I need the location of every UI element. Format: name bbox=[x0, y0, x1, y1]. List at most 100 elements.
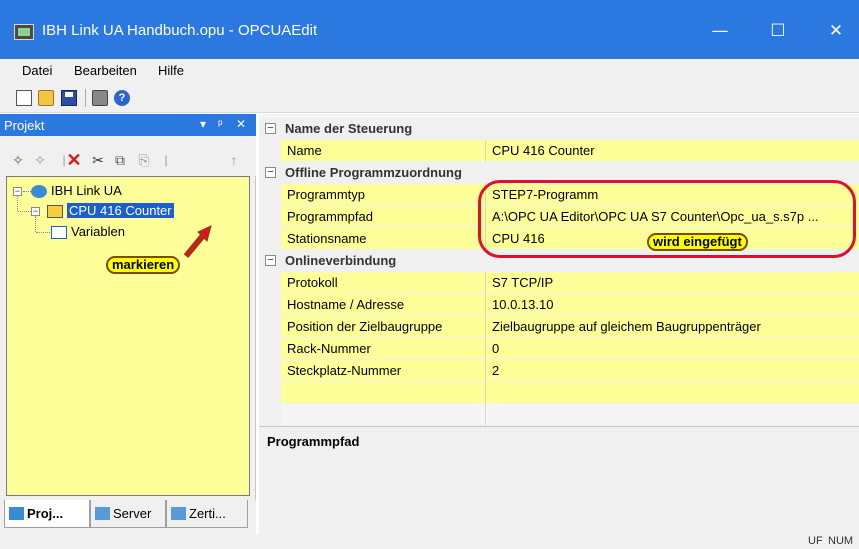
maximize-button[interactable]: ☐ bbox=[755, 14, 801, 48]
property-name: Rack-Nummer bbox=[281, 338, 485, 360]
network-station-icon bbox=[31, 185, 47, 199]
tab-certificates[interactable]: Zerti... bbox=[166, 500, 248, 528]
separator-icon: | bbox=[164, 153, 168, 167]
tab-server[interactable]: Server bbox=[90, 500, 166, 528]
property-grid: − Name der Steuerung Name CPU 416 Counte… bbox=[259, 114, 859, 426]
property-value[interactable]: Zielbaugruppe auf gleichem Baugruppenträ… bbox=[485, 316, 859, 338]
minimize-button[interactable]: — bbox=[697, 14, 743, 48]
category-label: Offline Programmzuordnung bbox=[285, 165, 462, 180]
property-value[interactable]: 10.0.13.10 bbox=[485, 294, 859, 316]
paste-icon[interactable]: ⎘ bbox=[136, 152, 152, 168]
category-label: Name der Steuerung bbox=[285, 121, 413, 136]
tab-project-label: Proj... bbox=[27, 506, 64, 521]
cut-icon[interactable]: ✂ bbox=[90, 152, 106, 168]
help-icon[interactable]: ? bbox=[114, 90, 130, 106]
property-value[interactable]: 0 bbox=[485, 338, 859, 360]
tab-project[interactable]: Proj... bbox=[4, 500, 90, 528]
property-value-empty bbox=[485, 404, 859, 426]
new-file-icon[interactable] bbox=[16, 90, 32, 106]
tree-node-ibh-link-ua[interactable]: IBH Link UA bbox=[31, 183, 122, 199]
category-expander[interactable]: − bbox=[265, 255, 276, 266]
description-title: Programmpfad bbox=[267, 434, 360, 449]
copy-icon[interactable]: ⧉ bbox=[112, 152, 128, 168]
property-name: Hostname / Adresse bbox=[281, 294, 485, 316]
tree-node-cpu-416-counter[interactable]: CPU 416 Counter bbox=[47, 203, 174, 219]
property-value-empty bbox=[485, 382, 859, 404]
project-panel: Projekt ▾ ᵖ ✕ ✧ ✧ | ✕ ✂ ⧉ ⎘ | ↑ − IBH Li… bbox=[0, 114, 256, 534]
server-tab-icon bbox=[95, 507, 110, 520]
status-uf: UF bbox=[808, 535, 823, 547]
tree-connector bbox=[35, 216, 36, 232]
print-icon[interactable] bbox=[92, 90, 108, 106]
property-name: Position der Zielbaugruppe bbox=[281, 316, 485, 338]
tree-connector bbox=[36, 232, 50, 233]
root-expander[interactable]: − bbox=[13, 187, 22, 196]
property-row-rack-nummer[interactable]: Rack-Nummer 0 bbox=[259, 338, 859, 360]
row-gutter bbox=[259, 272, 281, 294]
property-name: Stationsname bbox=[281, 228, 485, 250]
tree-connector bbox=[23, 191, 31, 192]
row-gutter bbox=[259, 338, 281, 360]
tree-label-root: IBH Link UA bbox=[51, 183, 122, 198]
menu-bearbeiten[interactable]: Bearbeiten bbox=[74, 63, 137, 78]
menu-datei[interactable]: Datei bbox=[22, 63, 52, 78]
tree-node-variablen[interactable]: Variablen bbox=[51, 224, 125, 240]
arrow-annotation-icon bbox=[183, 225, 212, 258]
project-panel-title: Projekt bbox=[4, 118, 45, 133]
row-gutter bbox=[259, 294, 281, 316]
property-name: Name bbox=[281, 140, 485, 162]
tree-label-plc: CPU 416 Counter bbox=[67, 203, 174, 218]
property-row-position-zielbaugruppe[interactable]: Position der Zielbaugruppe Zielbaugruppe… bbox=[259, 316, 859, 338]
variable-table-icon bbox=[51, 226, 67, 240]
menu-hilfe[interactable]: Hilfe bbox=[158, 63, 184, 78]
tab-server-label: Server bbox=[113, 506, 152, 521]
property-value[interactable]: CPU 416 Counter bbox=[485, 140, 859, 162]
plc-expander[interactable]: − bbox=[31, 207, 40, 216]
project-panel-header: Projekt ▾ ᵖ ✕ bbox=[0, 114, 256, 136]
toolbar: ? bbox=[0, 83, 859, 113]
property-name: Protokoll bbox=[281, 272, 485, 294]
plc-icon bbox=[47, 205, 63, 219]
close-button[interactable]: ✕ bbox=[813, 14, 859, 48]
title-bar: IBH Link UA Handbuch.opu - OPCUAEdit — ☐… bbox=[0, 0, 859, 59]
tab-certificates-label: Zerti... bbox=[189, 506, 226, 521]
property-name-empty bbox=[281, 404, 485, 426]
property-name: Steckplatz-Nummer bbox=[281, 360, 485, 382]
property-row-hostname[interactable]: Hostname / Adresse 10.0.13.10 bbox=[259, 294, 859, 316]
row-gutter bbox=[259, 140, 281, 162]
row-gutter bbox=[259, 404, 281, 426]
property-name: Programmpfad bbox=[281, 206, 485, 228]
panel-close-icon[interactable]: ✕ bbox=[236, 117, 246, 131]
project-tab-icon bbox=[9, 507, 24, 520]
panel-tabs: Proj... Server Zerti... bbox=[0, 500, 256, 534]
add-variable-icon[interactable]: ✧ bbox=[32, 152, 48, 168]
property-name: Programmtyp bbox=[281, 184, 485, 206]
delete-icon[interactable]: ✕ bbox=[66, 151, 82, 169]
pin-icon[interactable]: ᵖ bbox=[218, 117, 223, 131]
property-value[interactable]: 2 bbox=[485, 360, 859, 382]
category-expander[interactable]: − bbox=[265, 123, 276, 134]
tree-connector bbox=[17, 196, 18, 211]
menu-bar: Datei Bearbeiten Hilfe bbox=[0, 59, 859, 83]
open-folder-icon[interactable] bbox=[38, 90, 54, 106]
row-gutter bbox=[259, 316, 281, 338]
tree-label-variables: Variablen bbox=[71, 224, 125, 239]
property-name-empty bbox=[281, 382, 485, 404]
property-row-steckplatz-nummer[interactable]: Steckplatz-Nummer 2 bbox=[259, 360, 859, 382]
property-value[interactable]: S7 TCP/IP bbox=[485, 272, 859, 294]
property-row-empty bbox=[259, 382, 859, 404]
callout-wird-eingefuegt: wird eingefügt bbox=[647, 233, 748, 251]
property-row-empty bbox=[259, 404, 859, 426]
category-name-der-steuerung[interactable]: − Name der Steuerung bbox=[259, 118, 859, 140]
tree-connector bbox=[18, 211, 31, 212]
row-gutter bbox=[259, 382, 281, 404]
category-label: Onlineverbindung bbox=[285, 253, 397, 268]
property-row-protokoll[interactable]: Protokoll S7 TCP/IP bbox=[259, 272, 859, 294]
property-row-name[interactable]: Name CPU 416 Counter bbox=[259, 140, 859, 162]
row-gutter bbox=[259, 184, 281, 206]
panel-dropdown-icon[interactable]: ▾ bbox=[200, 117, 206, 131]
category-expander[interactable]: − bbox=[265, 167, 276, 178]
move-up-icon[interactable]: ↑ bbox=[226, 152, 242, 168]
add-plc-icon[interactable]: ✧ bbox=[10, 152, 26, 168]
save-icon[interactable] bbox=[61, 90, 77, 106]
